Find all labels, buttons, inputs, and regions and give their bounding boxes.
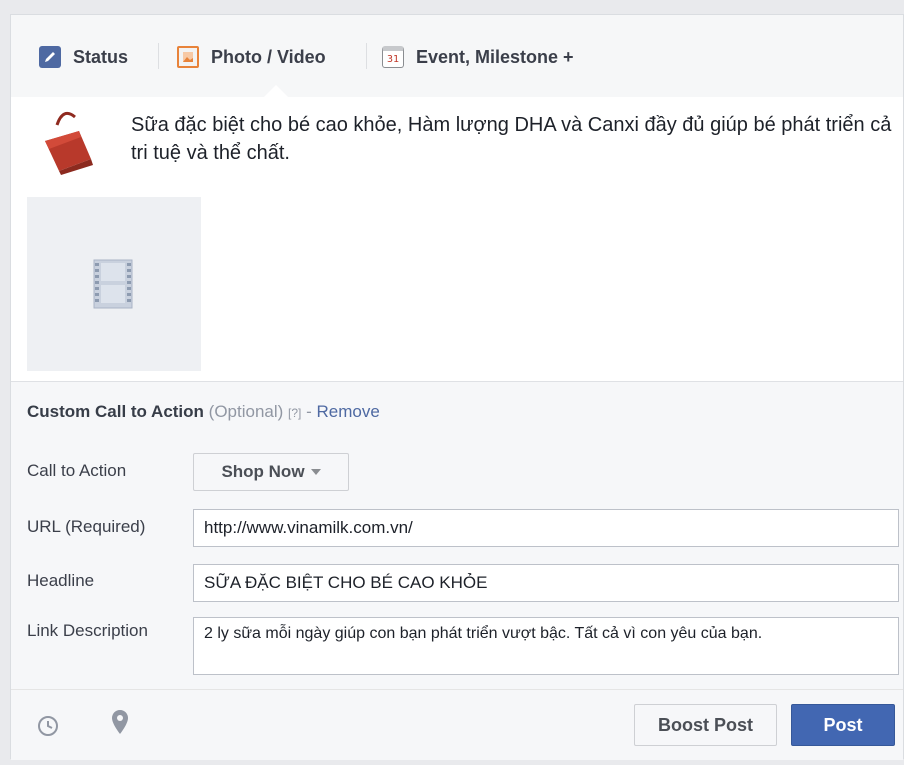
tab-status-label: Status [73, 46, 129, 67]
url-label: URL (Required) [27, 517, 146, 536]
media-thumbnail[interactable] [27, 197, 201, 371]
help-icon[interactable]: [?] [288, 406, 301, 420]
link-description-label: Link Description [27, 621, 148, 640]
link-description-field[interactable]: 2 ly sữa mỗi ngày giúp con bạn phát triể… [193, 617, 899, 675]
call-to-action-value: Shop Now [221, 462, 305, 481]
post-message[interactable]: Sữa đặc biệt cho bé cao khỏe, Hàm lượng … [131, 111, 893, 167]
post-composer: Status Photo / Video 31 Event, Milestone… [10, 14, 904, 760]
active-tab-caret [264, 85, 288, 97]
headline-label: Headline [27, 571, 95, 590]
url-field[interactable] [193, 509, 899, 547]
cta-title: Custom Call to Action [27, 402, 204, 421]
tab-event-milestone-label: Event, Milestone + [416, 46, 574, 67]
location-pin-icon[interactable] [111, 709, 129, 735]
boost-post-button[interactable]: Boost Post [634, 704, 777, 746]
cta-heading: Custom Call to Action (Optional) [?] - R… [27, 402, 380, 422]
remove-cta-link[interactable]: Remove [317, 402, 380, 421]
headline-field[interactable] [193, 564, 899, 602]
cta-separator: - [306, 402, 312, 421]
tab-divider [366, 43, 367, 69]
tab-photo-video[interactable]: Photo / Video [177, 43, 326, 71]
tab-photo-video-label: Photo / Video [211, 46, 326, 67]
tab-status[interactable]: Status [39, 43, 128, 71]
clock-icon[interactable] [37, 715, 59, 737]
film-icon [93, 259, 133, 309]
composer-tabs: Status Photo / Video 31 Event, Milestone… [11, 15, 903, 97]
tab-divider [158, 43, 159, 69]
tab-event-milestone[interactable]: 31 Event, Milestone + [382, 43, 574, 71]
avatar [35, 105, 103, 177]
pencil-icon [39, 46, 61, 68]
cta-optional: (Optional) [208, 402, 284, 421]
call-to-action-label: Call to Action [27, 461, 127, 480]
calendar-icon: 31 [382, 46, 404, 68]
call-to-action-dropdown[interactable]: Shop Now [193, 453, 349, 491]
photo-icon [177, 46, 199, 68]
post-button[interactable]: Post [791, 704, 895, 746]
chevron-down-icon [310, 469, 321, 475]
